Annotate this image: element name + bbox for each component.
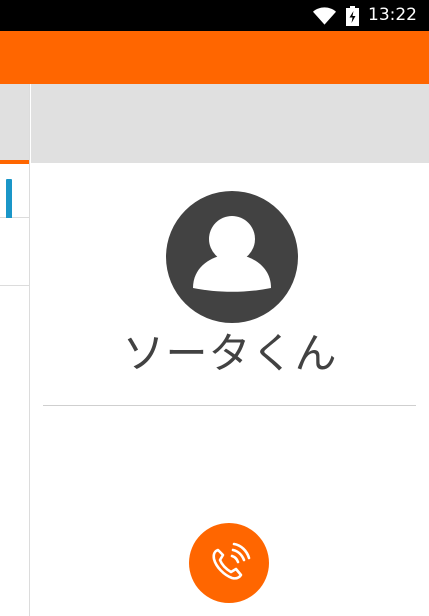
conversation-list-pane [0,84,30,616]
status-bar: 13:22 [0,0,429,31]
list-pane-header [0,84,29,160]
contact-avatar [166,191,298,323]
app-bar [0,31,429,84]
list-item[interactable] [0,164,29,219]
status-icons: 13:22 [313,5,417,26]
contact-name: ソータくん [122,329,338,378]
battery-charging-icon [346,5,359,26]
call-button[interactable] [189,523,269,603]
person-icon [193,216,271,292]
phone-ringing-icon [212,542,251,580]
clock: 13:22 [368,5,417,25]
wifi-icon [313,6,336,25]
contact-detail-pane: ソータくん [31,84,429,616]
detail-pane-header [31,84,429,163]
selected-indicator [6,179,12,219]
list-item[interactable] [0,218,29,286]
divider [43,405,416,406]
